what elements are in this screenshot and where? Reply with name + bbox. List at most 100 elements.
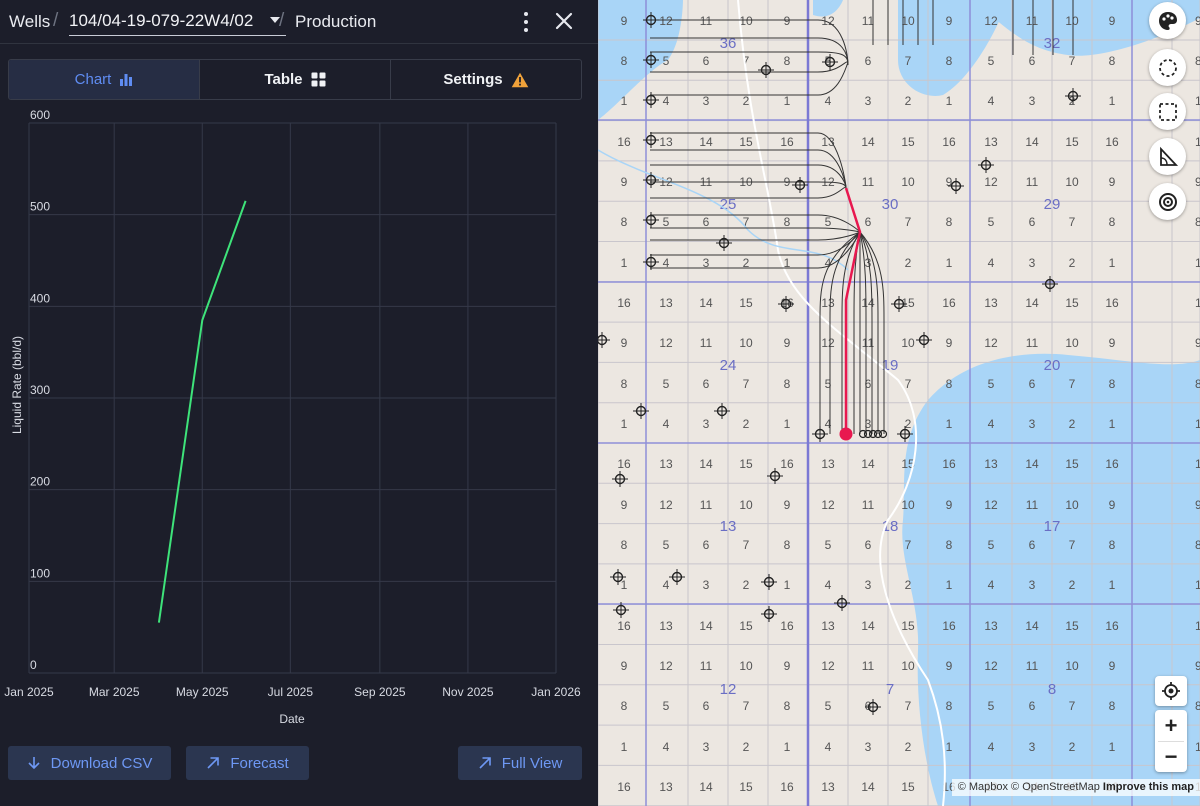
lsd-number: 11 <box>1026 498 1039 512</box>
lsd-number: 4 <box>988 94 995 108</box>
lsd-number: 11 <box>700 498 713 512</box>
lsd-number: 16 <box>617 296 631 310</box>
tab-settings[interactable]: Settings <box>391 60 581 99</box>
x-axis-label: Date <box>279 712 305 726</box>
download-csv-button[interactable]: Download CSV <box>8 746 171 780</box>
vertical-lateral <box>841 231 861 434</box>
locate-button[interactable] <box>1155 676 1187 706</box>
lsd-number: 13 <box>984 296 998 310</box>
lsd-number: 9 <box>1109 336 1116 350</box>
lsd-number: 9 <box>946 336 953 350</box>
lsd-number: 13 <box>984 457 998 471</box>
lsd-number: 8 <box>946 538 953 552</box>
tab-chart-label: Chart <box>74 71 112 88</box>
lsd-number: 14 <box>1025 296 1039 310</box>
lsd-number: 7 <box>905 215 912 229</box>
lsd-number: 1 <box>1109 94 1116 108</box>
lsd-number: 5 <box>825 538 832 552</box>
lsd-number: 1 <box>621 417 628 431</box>
lsd-number: 10 <box>1065 175 1079 189</box>
lsd-number: 5 <box>825 699 832 713</box>
lsd-number: 12 <box>984 14 998 28</box>
lsd-number: 9 <box>1195 659 1200 673</box>
lsd-number: 4 <box>988 417 995 431</box>
style-palette-button[interactable] <box>1149 2 1186 39</box>
close-icon[interactable] <box>552 9 576 33</box>
lsd-number: 8 <box>784 215 791 229</box>
lsd-number: 6 <box>1029 54 1036 68</box>
zoom-in-button[interactable]: + <box>1155 710 1187 741</box>
lsd-number: 14 <box>861 135 875 149</box>
lsd-number: 6 <box>1029 538 1036 552</box>
lsd-number: 15 <box>739 457 753 471</box>
radius-button[interactable] <box>1149 183 1186 220</box>
lsd-number: 6 <box>1029 215 1036 229</box>
lsd-number: 8 <box>1109 54 1116 68</box>
lasso-select-button[interactable] <box>1149 49 1186 86</box>
lsd-number: 7 <box>743 699 750 713</box>
arrow-up-right-icon <box>479 757 491 769</box>
lsd-number: 3 <box>1029 578 1036 592</box>
breadcrumb-wells[interactable]: Wells <box>9 12 50 32</box>
lsd-number: 16 <box>780 135 794 149</box>
lsd-number: 4 <box>988 256 995 270</box>
lsd-number: 11 <box>862 498 875 512</box>
lsd-number: 4 <box>825 578 832 592</box>
attribution-text[interactable]: © Mapbox © OpenStreetMap <box>958 781 1100 793</box>
lsd-number: 16 <box>617 135 631 149</box>
y-tick-label: 100 <box>30 566 50 580</box>
lsd-number: 1 <box>621 94 628 108</box>
x-tick-label: Jan 2026 <box>531 685 581 699</box>
y-tick-label: 300 <box>30 383 50 397</box>
lsd-number: 16 <box>617 457 631 471</box>
lsd-number: 9 <box>784 336 791 350</box>
lsd-number: 9 <box>1109 14 1116 28</box>
lsd-number: 1 <box>946 94 953 108</box>
well-symbol-cross <box>598 332 610 348</box>
lsd-number: 13 <box>821 780 835 794</box>
more-options-icon[interactable] <box>516 10 536 34</box>
x-tick-label: Nov 2025 <box>442 685 494 699</box>
lsd-number: 8 <box>1195 699 1200 713</box>
tab-chart[interactable]: Chart <box>9 60 200 99</box>
lsd-number: 5 <box>663 54 670 68</box>
section-number: 32 <box>1044 35 1061 52</box>
lsd-number: 5 <box>988 699 995 713</box>
forecast-button[interactable]: Forecast <box>186 746 309 780</box>
lsd-number: 16 <box>780 780 794 794</box>
zoom-out-button[interactable]: − <box>1155 741 1187 772</box>
lsd-number: 12 <box>984 659 998 673</box>
lsd-number: 6 <box>703 699 710 713</box>
lsd-number: 8 <box>1195 54 1200 68</box>
lsd-number: 8 <box>621 215 628 229</box>
map-canvas[interactable]: 9 12 11 10 9 12 11 10 9 12 11 10 9 98 5 6 7 8 5 6 7 8 5 6 7 8 81 4 3… <box>598 0 1200 806</box>
lsd-number: 6 <box>865 538 872 552</box>
box-select-button[interactable] <box>1149 93 1186 130</box>
lsd-number: 7 <box>905 377 912 391</box>
tab-table[interactable]: Table <box>200 60 391 99</box>
map-attribution: © Mapbox © OpenStreetMap Improve this ma… <box>951 779 1200 796</box>
lsd-number: 5 <box>988 215 995 229</box>
lsd-number: 6 <box>703 377 710 391</box>
lsd-number: 10 <box>901 175 915 189</box>
lsd-number: 3 <box>703 417 710 431</box>
measure-button[interactable] <box>1149 138 1186 175</box>
lsd-number: 9 <box>946 498 953 512</box>
well-symbol-cross <box>1065 88 1081 104</box>
lsd-number: 16 <box>1105 619 1119 633</box>
well-selector[interactable]: 104/04-19-079-22W4/02 <box>69 5 286 36</box>
full-view-button[interactable]: Full View <box>458 746 582 780</box>
lsd-number: 10 <box>901 498 915 512</box>
arrow-up-right-icon <box>207 757 220 769</box>
lsd-number: 13 <box>821 619 835 633</box>
lsd-number: 8 <box>1109 215 1116 229</box>
lsd-number: 15 <box>739 135 753 149</box>
x-tick-label: Sep 2025 <box>354 685 406 699</box>
lsd-number: 1 <box>1109 740 1116 754</box>
lsd-number: 3 <box>703 578 710 592</box>
lsd-number: 10 <box>901 659 915 673</box>
lsd-number: 6 <box>1029 377 1036 391</box>
improve-map-link[interactable]: Improve this map <box>1103 781 1194 793</box>
well-map[interactable]: 9 12 11 10 9 12 11 10 9 12 11 10 9 9 8 5 6 7 8 5 6 7 8 5 6 7 8 8 1 4 3… <box>598 0 1200 806</box>
lsd-number: 8 <box>621 54 628 68</box>
